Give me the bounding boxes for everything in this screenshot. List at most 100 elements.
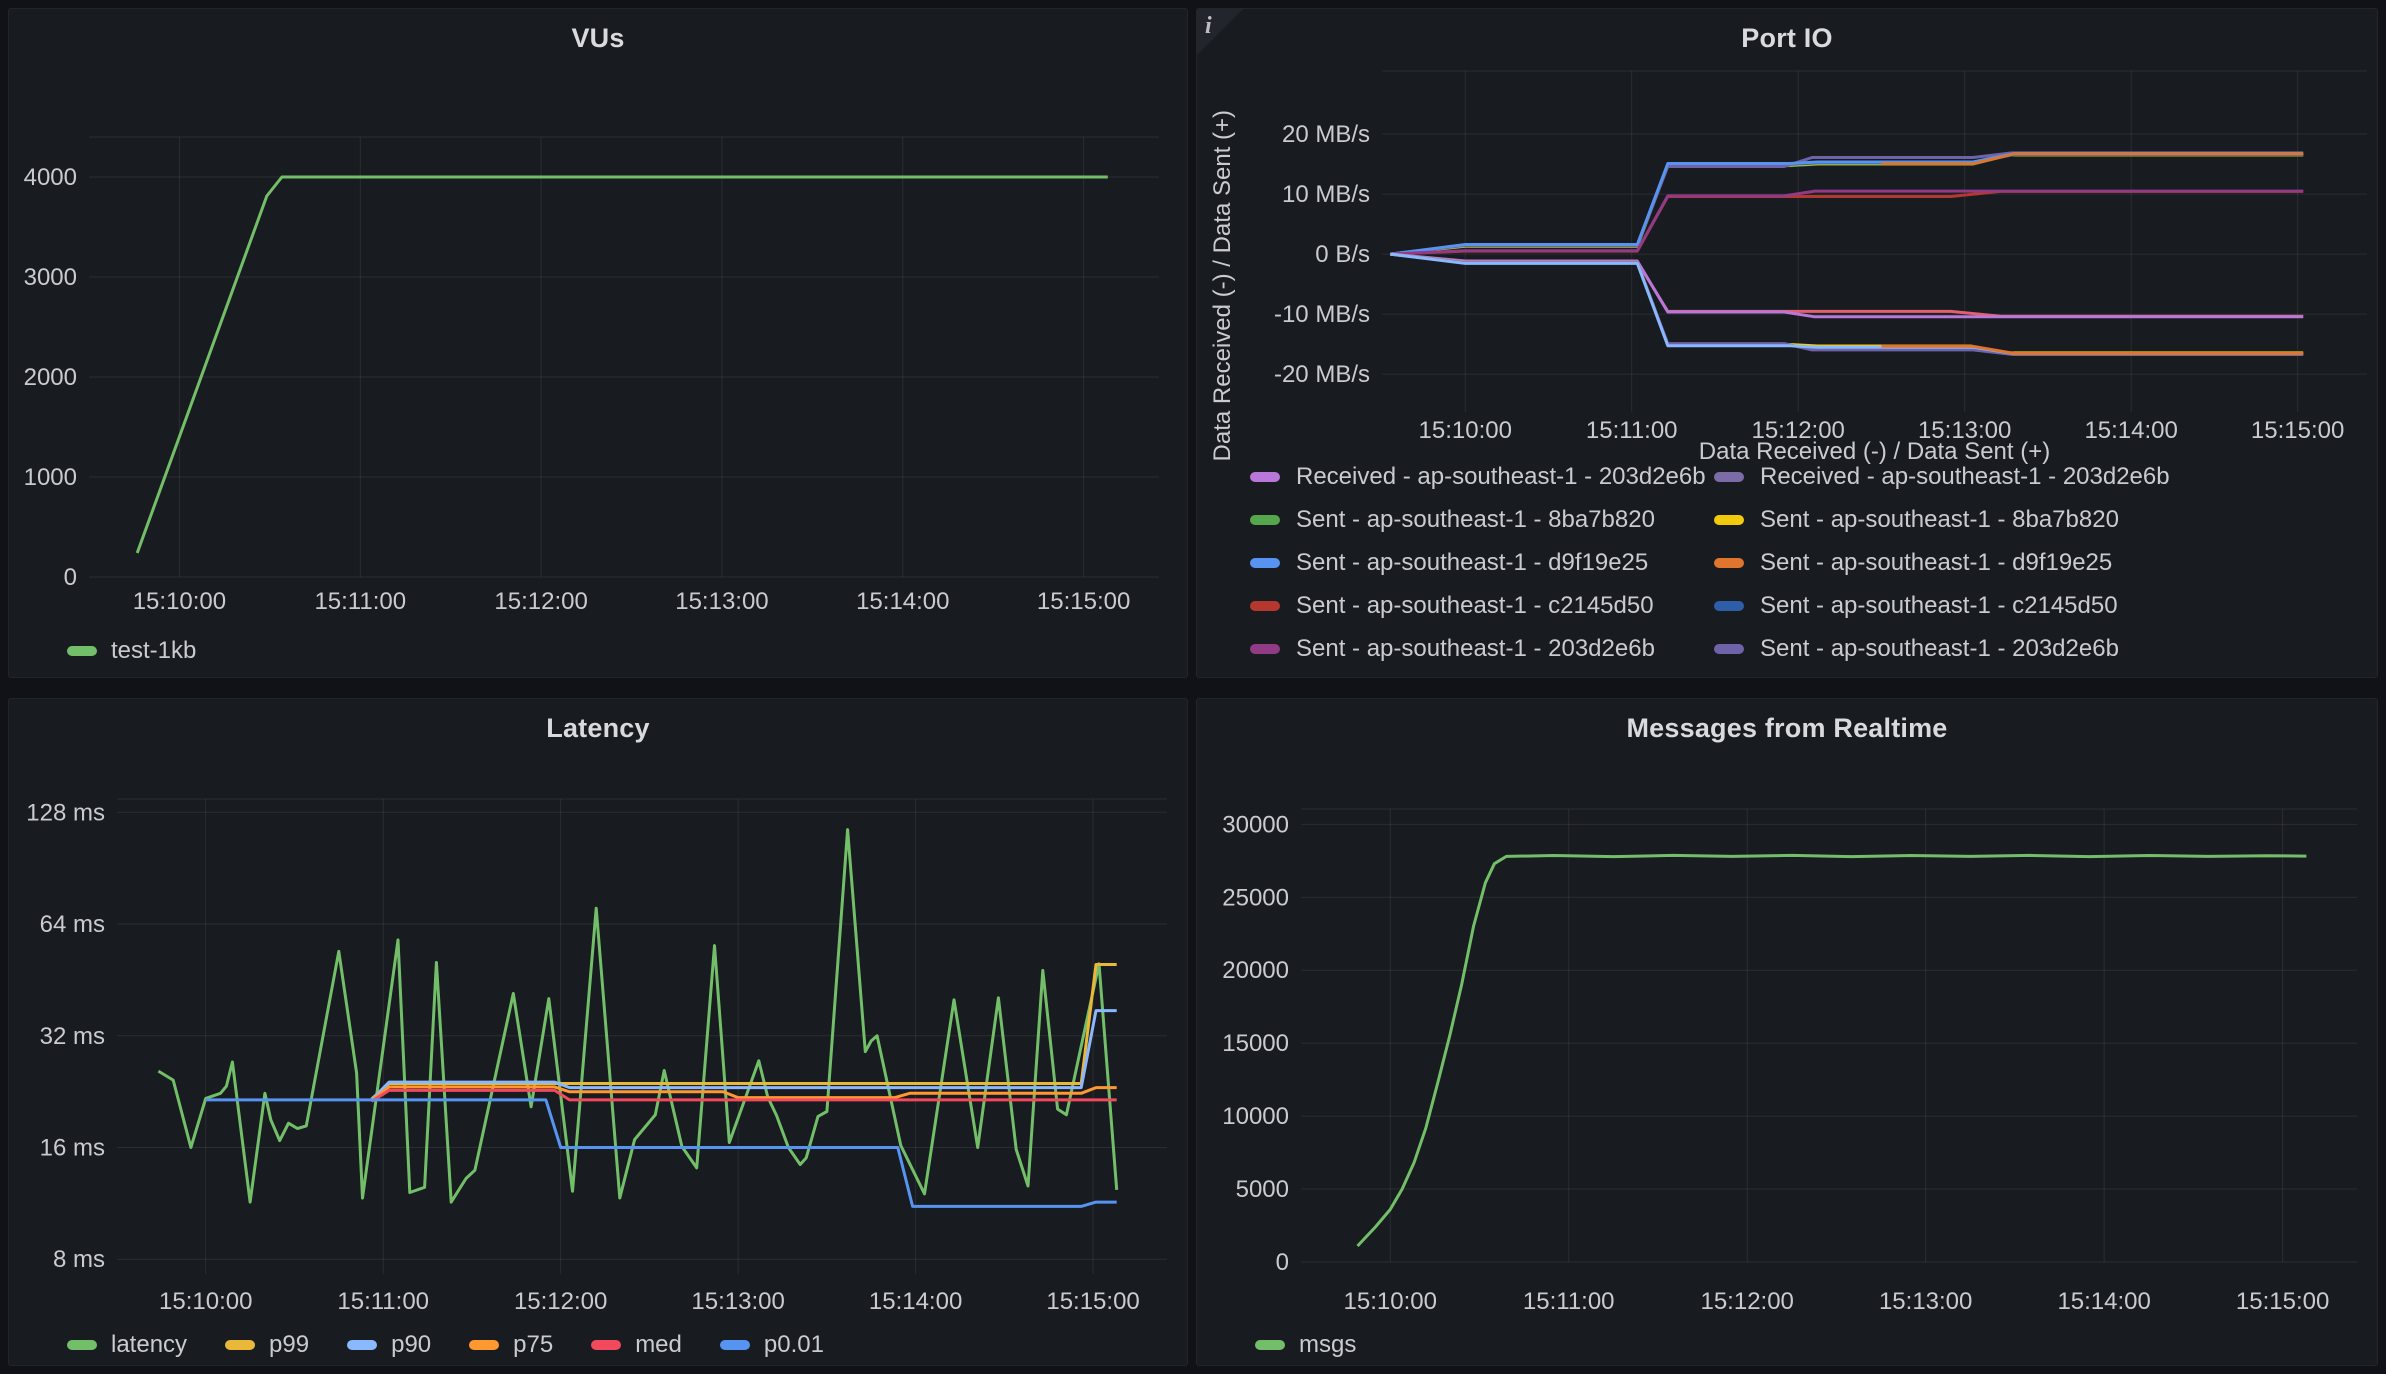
y-tick-label: 15000 xyxy=(1222,1030,1289,1057)
x-tick-label: 15:13:00 xyxy=(675,588,768,615)
legend-item[interactable]: msgs xyxy=(1255,1331,1356,1359)
series-line-sent-yellow xyxy=(1390,155,2303,254)
panel-vus: VUs 0100020003000400015:10:0015:11:0015:… xyxy=(8,8,1188,678)
legend-series-label: Sent - ap-southeast-1 - c2145d50 xyxy=(1296,592,1654,620)
legend-series-label: latency xyxy=(111,1331,187,1359)
series-line-sent-green xyxy=(1390,155,2303,254)
latency-legend: latency p99 p90 p75 med p0.01 xyxy=(67,1329,824,1361)
x-tick-label: 15:15:00 xyxy=(2236,1288,2329,1315)
series-line-recv-violet xyxy=(1390,254,2303,354)
legend-item[interactable]: Sent - ap-southeast-1 - 8ba7b820 xyxy=(1714,506,2119,534)
y-tick-label: 16 ms xyxy=(40,1135,105,1162)
x-tick-label: 15:13:00 xyxy=(691,1288,784,1315)
legend-item[interactable]: p90 xyxy=(347,1331,431,1359)
x-tick-label: 15:10:00 xyxy=(159,1288,252,1315)
series-line-p99 xyxy=(371,965,1116,1100)
y-tick-label: 4000 xyxy=(24,164,77,191)
legend-series-color-chip xyxy=(1714,644,1744,654)
legend-series-color-chip xyxy=(469,1340,499,1350)
vus-legend: test-1kb xyxy=(67,635,196,667)
y-tick-label: 10000 xyxy=(1222,1103,1289,1130)
y-tick-label: 64 ms xyxy=(40,911,105,938)
series-line-sent-navy xyxy=(1390,154,2303,254)
portio-y-axis-label: Data Received (-) / Data Sent (+) xyxy=(1209,110,1237,461)
legend-item[interactable]: Sent - ap-southeast-1 - 203d2e6b xyxy=(1250,635,1714,663)
y-tick-label: 0 xyxy=(1276,1249,1289,1276)
x-tick-label: 15:14:00 xyxy=(2057,1288,2150,1315)
legend-series-label: test-1kb xyxy=(111,637,196,665)
y-tick-label: 30000 xyxy=(1222,811,1289,838)
legend-series-label: msgs xyxy=(1299,1331,1356,1359)
legend-series-label: Sent - ap-southeast-1 - d9f19e25 xyxy=(1760,549,2112,577)
legend-series-color-chip xyxy=(1714,472,1744,482)
legend-series-label: Sent - ap-southeast-1 - 203d2e6b xyxy=(1296,635,1655,663)
series-line-p0.01 xyxy=(206,1100,1117,1207)
grafana-dashboard: { "colors": { "page_bg": "#111217", "pan… xyxy=(0,0,2386,1374)
legend-item[interactable]: test-1kb xyxy=(67,637,196,665)
legend-series-label: p90 xyxy=(391,1331,431,1359)
legend-item[interactable]: p75 xyxy=(469,1331,553,1359)
legend-item[interactable]: Received - ap-southeast-1 - 203d2e6b xyxy=(1250,464,1714,491)
legend-series-label: Sent - ap-southeast-1 - 8ba7b820 xyxy=(1296,506,1655,534)
legend-series-color-chip xyxy=(1250,515,1280,525)
series-line-sent-violet xyxy=(1390,153,2303,254)
panel-latency: Latency 8 ms16 ms32 ms64 ms128 ms15:10:0… xyxy=(8,698,1188,1366)
legend-item[interactable]: p99 xyxy=(225,1331,309,1359)
legend-series-label: Sent - ap-southeast-1 - 203d2e6b xyxy=(1760,635,2119,663)
legend-series-color-chip xyxy=(1714,558,1744,568)
legend-series-color-chip xyxy=(1250,472,1280,482)
legend-series-color-chip xyxy=(1250,558,1280,568)
x-tick-label: 15:10:00 xyxy=(133,588,226,615)
legend-series-color-chip xyxy=(1714,515,1744,525)
legend-series-label: Sent - ap-southeast-1 - d9f19e25 xyxy=(1296,549,1648,577)
legend-series-color-chip xyxy=(1250,601,1280,611)
legend-item[interactable]: Sent - ap-southeast-1 - 8ba7b820 xyxy=(1250,506,1714,534)
vus-chart: 0100020003000400015:10:0015:11:0015:12:0… xyxy=(9,9,1188,678)
legend-item[interactable]: Received - ap-southeast-1 - 203d2e6b xyxy=(1714,464,2170,491)
y-tick-label: 2000 xyxy=(24,364,77,391)
y-tick-label: 25000 xyxy=(1222,884,1289,911)
legend-series-color-chip xyxy=(1255,1340,1285,1350)
x-tick-label: 15:15:00 xyxy=(1037,588,1130,615)
legend-item[interactable]: Sent - ap-southeast-1 - c2145d50 xyxy=(1250,592,1714,620)
legend-item[interactable]: Sent - ap-southeast-1 - d9f19e25 xyxy=(1714,549,2112,577)
legend-series-color-chip xyxy=(67,1340,97,1350)
legend-item[interactable]: Sent - ap-southeast-1 - c2145d50 xyxy=(1714,592,2118,620)
y-tick-label: -20 MB/s xyxy=(1274,361,1370,388)
x-tick-label: 15:11:00 xyxy=(337,1288,429,1315)
legend-item[interactable]: Sent - ap-southeast-1 - 203d2e6b xyxy=(1714,635,2119,663)
x-tick-label: 15:12:00 xyxy=(1700,1288,1793,1315)
portio-x-axis-label: Data Received (-) / Data Sent (+) xyxy=(1382,438,2367,466)
x-tick-label: 15:10:00 xyxy=(1344,1288,1437,1315)
x-tick-label: 15:11:00 xyxy=(1523,1288,1615,1315)
x-tick-label: 15:11:00 xyxy=(314,588,406,615)
y-tick-label: 0 xyxy=(64,564,77,591)
legend-series-color-chip xyxy=(225,1340,255,1350)
legend-series-color-chip xyxy=(1714,601,1744,611)
legend-series-color-chip xyxy=(720,1340,750,1350)
realtime-chart: 05000100001500020000250003000015:10:0015… xyxy=(1197,699,2378,1366)
series-line-test-1kb xyxy=(137,177,1108,553)
legend-item[interactable]: latency xyxy=(67,1331,187,1359)
portio-legend: Received - ap-southeast-1 - 203d2e6bRece… xyxy=(1197,464,2369,673)
legend-item[interactable]: med xyxy=(591,1331,682,1359)
series-line-recv-lightblue xyxy=(1390,254,2303,354)
y-tick-label: 10 MB/s xyxy=(1282,181,1370,208)
legend-item[interactable]: p0.01 xyxy=(720,1331,824,1359)
x-tick-label: 15:12:00 xyxy=(494,588,587,615)
legend-series-color-chip xyxy=(1250,644,1280,654)
y-tick-label: 20000 xyxy=(1222,957,1289,984)
x-tick-label: 15:14:00 xyxy=(856,588,949,615)
legend-item[interactable]: Sent - ap-southeast-1 - d9f19e25 xyxy=(1250,549,1714,577)
legend-series-label: p99 xyxy=(269,1331,309,1359)
legend-row: Sent - ap-southeast-1 - 203d2e6b Sent - a… xyxy=(1197,627,2369,670)
x-tick-label: 15:13:00 xyxy=(1879,1288,1972,1315)
legend-series-label: p0.01 xyxy=(764,1331,824,1359)
realtime-legend: msgs xyxy=(1255,1329,1356,1361)
legend-row: Received - ap-southeast-1 - 203d2e6bRece… xyxy=(1197,464,2369,498)
x-tick-label: 15:12:00 xyxy=(514,1288,607,1315)
y-tick-label: 128 ms xyxy=(26,799,105,826)
legend-series-color-chip xyxy=(347,1340,377,1350)
legend-series-label: Sent - ap-southeast-1 - c2145d50 xyxy=(1760,592,2118,620)
series-line-sent-blue xyxy=(1390,154,2303,255)
